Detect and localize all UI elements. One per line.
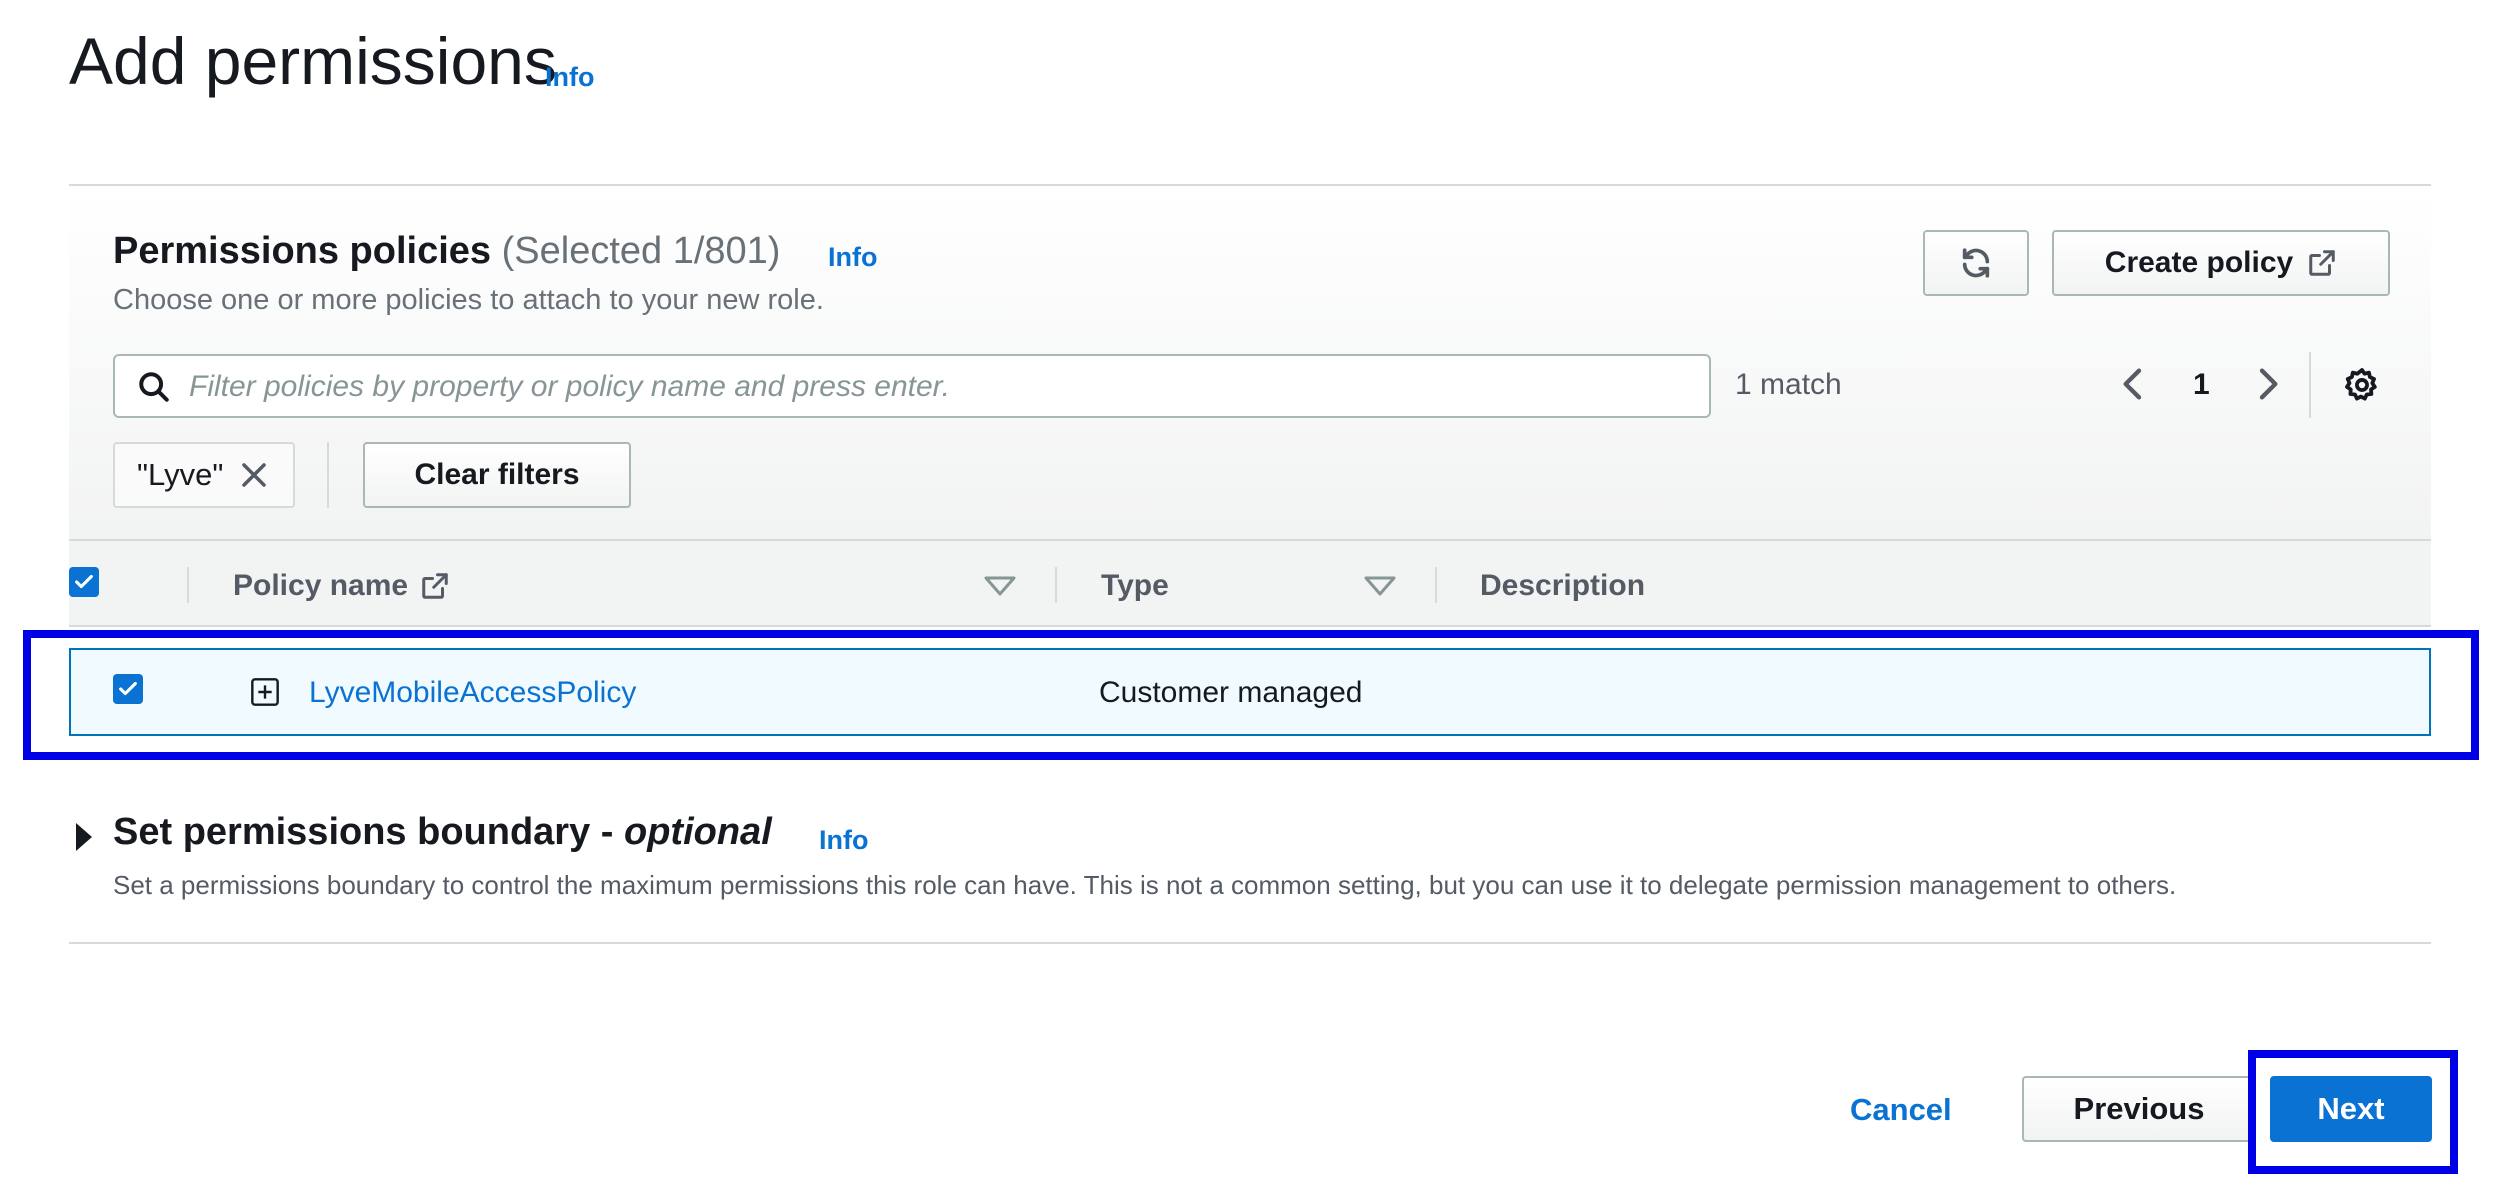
next-button-highlight-box — [2248, 1050, 2458, 1174]
refresh-button[interactable] — [1923, 230, 2029, 296]
search-icon — [139, 372, 169, 402]
filter-token: "Lyve" — [113, 442, 295, 508]
column-header-policy-name[interactable]: Policy name — [233, 569, 450, 603]
selected-count: (Selected 1/801) — [501, 230, 781, 272]
column-header-policy-name-label: Policy name — [233, 569, 409, 602]
caret-right-icon[interactable] — [73, 820, 95, 854]
column-separator — [1435, 567, 1437, 603]
sort-down-icon[interactable] — [983, 575, 1017, 597]
gear-icon[interactable] — [2343, 366, 2381, 404]
external-link-icon — [2309, 250, 2335, 276]
filter-token-label: "Lyve" — [137, 457, 224, 492]
panel-title: Permissions policies (Selected 1/801) — [113, 230, 780, 273]
clear-filters-button[interactable]: Clear filters — [363, 442, 631, 508]
boundary-description: Set a permissions boundary to control th… — [113, 870, 2177, 900]
panel-info-link[interactable]: Info — [828, 242, 877, 273]
chevron-left-icon[interactable] — [2114, 364, 2154, 404]
create-policy-label: Create policy — [2104, 246, 2294, 279]
filter-box — [113, 354, 1711, 418]
boundary-info-link[interactable]: Info — [819, 825, 868, 856]
page-title: Add permissions — [69, 24, 557, 98]
filter-input[interactable] — [187, 364, 1691, 410]
sort-down-icon[interactable] — [1363, 575, 1397, 597]
page-info-link[interactable]: Info — [545, 62, 594, 93]
panel-title-text: Permissions policies — [113, 230, 492, 272]
token-divider — [327, 442, 329, 508]
boundary-title-optional: optional — [624, 811, 772, 853]
column-separator — [1055, 567, 1057, 603]
checkmark-icon — [75, 574, 93, 589]
previous-button[interactable]: Previous — [2022, 1076, 2256, 1142]
create-policy-button[interactable]: Create policy — [2052, 230, 2390, 296]
select-all-checkbox[interactable] — [69, 567, 99, 597]
external-link-icon — [422, 573, 448, 599]
section-divider — [69, 942, 2431, 944]
current-page-number[interactable]: 1 — [2193, 368, 2210, 402]
boundary-section-title[interactable]: Set permissions boundary - optional — [113, 811, 772, 854]
refresh-icon — [1962, 248, 1990, 278]
boundary-title-text: Set permissions boundary - — [113, 811, 624, 853]
match-count: 1 match — [1735, 368, 1842, 401]
pagination-divider — [2309, 352, 2311, 418]
row-highlight-box — [23, 630, 2479, 760]
close-icon[interactable] — [239, 460, 269, 490]
column-header-type[interactable]: Type — [1101, 569, 1169, 603]
table-header: Policy name Type Description — [69, 539, 2431, 627]
cancel-button[interactable]: Cancel — [1850, 1092, 1952, 1128]
chevron-right-icon[interactable] — [2247, 364, 2287, 404]
column-separator — [187, 567, 189, 603]
column-header-description: Description — [1480, 569, 1646, 602]
panel-description: Choose one or more policies to attach to… — [113, 284, 824, 316]
